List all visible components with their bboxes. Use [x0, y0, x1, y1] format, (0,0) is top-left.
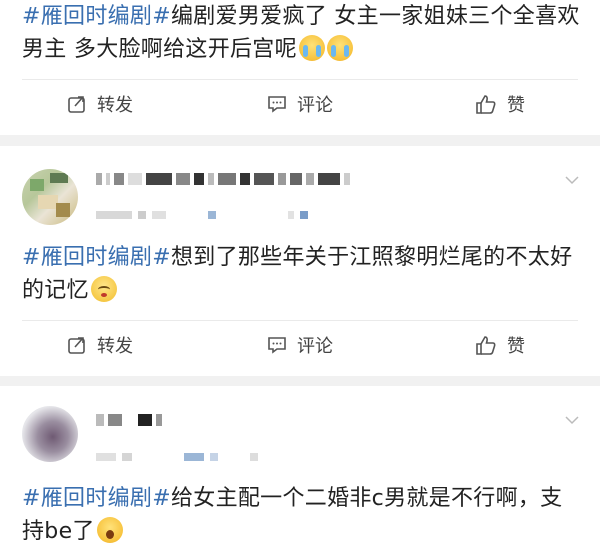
post-meta — [96, 210, 308, 219]
hashtag-link[interactable]: #雁回时编剧# — [22, 245, 171, 270]
hashtag-link[interactable]: #雁回时编剧# — [22, 486, 171, 511]
avatar[interactable] — [22, 169, 78, 225]
post-text-line: 想到了那些年关于江照黎明烂尾的不太好 — [170, 245, 573, 270]
action-bar: 转发 评论 赞 — [0, 84, 600, 124]
comment-button[interactable]: 评论 — [200, 325, 400, 365]
chevron-down-icon[interactable] — [564, 412, 580, 428]
post-card: #雁回时编剧#想到了那些年关于江照黎明烂尾的不太好 的记忆 转发 评论 赞 — [0, 146, 600, 376]
post-body: #雁回时编剧#给女主配一个二婚非c男就是不行啊，支 持be了 — [22, 482, 582, 548]
cry-emoji-icon — [326, 35, 353, 61]
repost-icon — [68, 96, 85, 113]
comment-icon — [268, 96, 286, 113]
comment-button[interactable]: 评论 — [200, 84, 400, 124]
thumbs-up-icon — [476, 336, 496, 355]
post-body: #雁回时编剧#编剧爱男爱疯了 女主一家姐妹三个全喜欢 男主 多大脸啊给这开后宫呢 — [22, 0, 582, 66]
repost-label: 转发 — [97, 95, 133, 116]
post-body: #雁回时编剧#想到了那些年关于江照黎明烂尾的不太好 的记忆 — [22, 241, 582, 307]
username[interactable] — [96, 414, 162, 426]
post-text-line: 给女主配一个二婚非c男就是不行啊，支 — [170, 486, 563, 511]
repost-button[interactable]: 转发 — [0, 84, 200, 124]
thumbs-up-icon — [476, 95, 496, 114]
divider — [22, 320, 578, 321]
post-card: #雁回时编剧#给女主配一个二婚非c男就是不行啊，支 持be了 — [0, 386, 600, 552]
post-text-line: 编剧爱男爱疯了 女主一家姐妹三个全喜欢 — [170, 4, 580, 29]
comment-label: 评论 — [297, 336, 333, 357]
action-bar: 转发 评论 赞 — [0, 325, 600, 365]
like-button[interactable]: 赞 — [400, 84, 600, 124]
shock-emoji-icon — [96, 517, 123, 543]
chevron-down-icon[interactable] — [564, 172, 580, 188]
repost-label: 转发 — [97, 336, 133, 357]
shy-emoji-icon — [90, 276, 117, 302]
post-card: #雁回时编剧#编剧爱男爱疯了 女主一家姐妹三个全喜欢 男主 多大脸啊给这开后宫呢… — [0, 0, 600, 135]
divider — [22, 79, 578, 80]
like-label: 赞 — [507, 95, 525, 116]
post-text-line: 持be了 — [22, 519, 95, 544]
post-text-line: 男主 多大脸啊给这开后宫呢 — [22, 37, 297, 62]
hashtag-link[interactable]: #雁回时编剧# — [22, 4, 171, 29]
repost-button[interactable]: 转发 — [0, 325, 200, 365]
like-button[interactable]: 赞 — [400, 325, 600, 365]
repost-icon — [68, 337, 85, 354]
cry-emoji-icon — [298, 35, 325, 61]
avatar[interactable] — [22, 406, 78, 462]
post-text-line: 的记忆 — [22, 278, 89, 303]
comment-label: 评论 — [297, 95, 333, 116]
comment-icon — [268, 337, 286, 354]
post-meta — [96, 452, 258, 461]
username[interactable] — [96, 173, 350, 185]
like-label: 赞 — [507, 336, 525, 357]
